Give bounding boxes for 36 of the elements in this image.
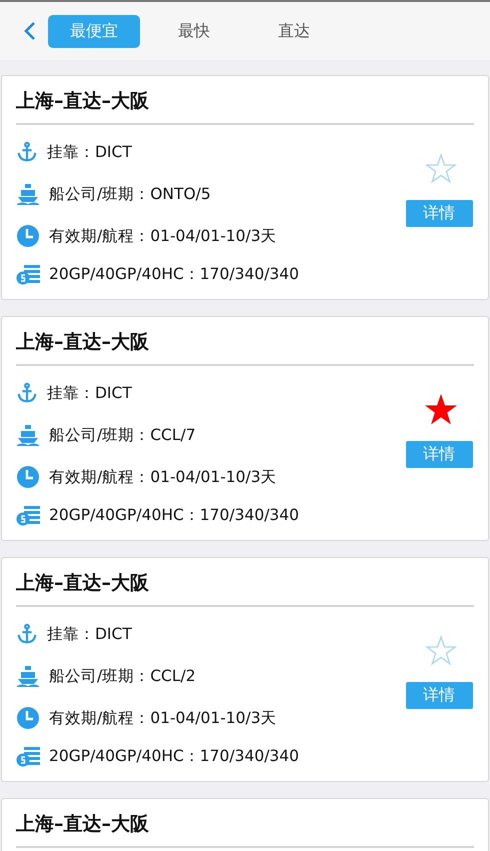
carrier-text: 船公司/班期：CCL/2 <box>49 666 196 686</box>
port-text: 挂靠：DICT <box>47 142 132 162</box>
route-title: 上海–直达–大阪 <box>16 317 474 366</box>
clock-icon <box>16 224 40 248</box>
ship-icon <box>16 423 40 447</box>
clock-icon <box>16 465 40 489</box>
details-button[interactable]: 详情 <box>406 441 472 468</box>
price-text: 20GP/40GP/40HC：170/340/340 <box>49 504 300 526</box>
ship-icon <box>16 664 40 688</box>
money-icon <box>16 263 40 285</box>
filter-tab[interactable]: 直达 <box>248 14 340 48</box>
route-title: 上海–直达–大阪 <box>16 76 474 125</box>
details-button[interactable]: 详情 <box>406 682 472 709</box>
port-text: 挂靠：DICT <box>47 624 132 644</box>
carrier-text: 船公司/班期：ONTO/5 <box>49 184 211 204</box>
anchor-icon <box>16 382 38 404</box>
route-title: 上海–直达–大阪 <box>16 799 474 848</box>
route-title: 上海–直达–大阪 <box>16 558 474 607</box>
price-text: 20GP/40GP/40HC：170/340/340 <box>49 746 300 766</box>
clock-icon <box>16 706 40 730</box>
favorite-star-icon[interactable] <box>425 394 457 426</box>
filter-tab[interactable]: 最便宜 <box>48 14 140 48</box>
price-text: 20GP/40GP/40HC：170/340/340 <box>49 264 300 284</box>
filter-tab[interactable]: 最快 <box>148 14 240 48</box>
anchor-icon <box>16 141 38 163</box>
money-icon <box>16 745 40 767</box>
money-icon <box>16 504 40 526</box>
port-text: 挂靠：DICT <box>47 382 132 404</box>
ship-icon <box>16 182 40 206</box>
carrier-text: 船公司/班期：CCL/7 <box>49 424 196 446</box>
validity-text: 有效期/航程：01-04/01-10/3天 <box>49 708 277 728</box>
validity-text: 有效期/航程：01-04/01-10/3天 <box>49 226 277 246</box>
anchor-icon <box>16 623 38 645</box>
details-button[interactable]: 详情 <box>406 200 472 227</box>
back-icon[interactable] <box>24 21 36 41</box>
validity-text: 有效期/航程：01-04/01-10/3天 <box>49 466 277 488</box>
